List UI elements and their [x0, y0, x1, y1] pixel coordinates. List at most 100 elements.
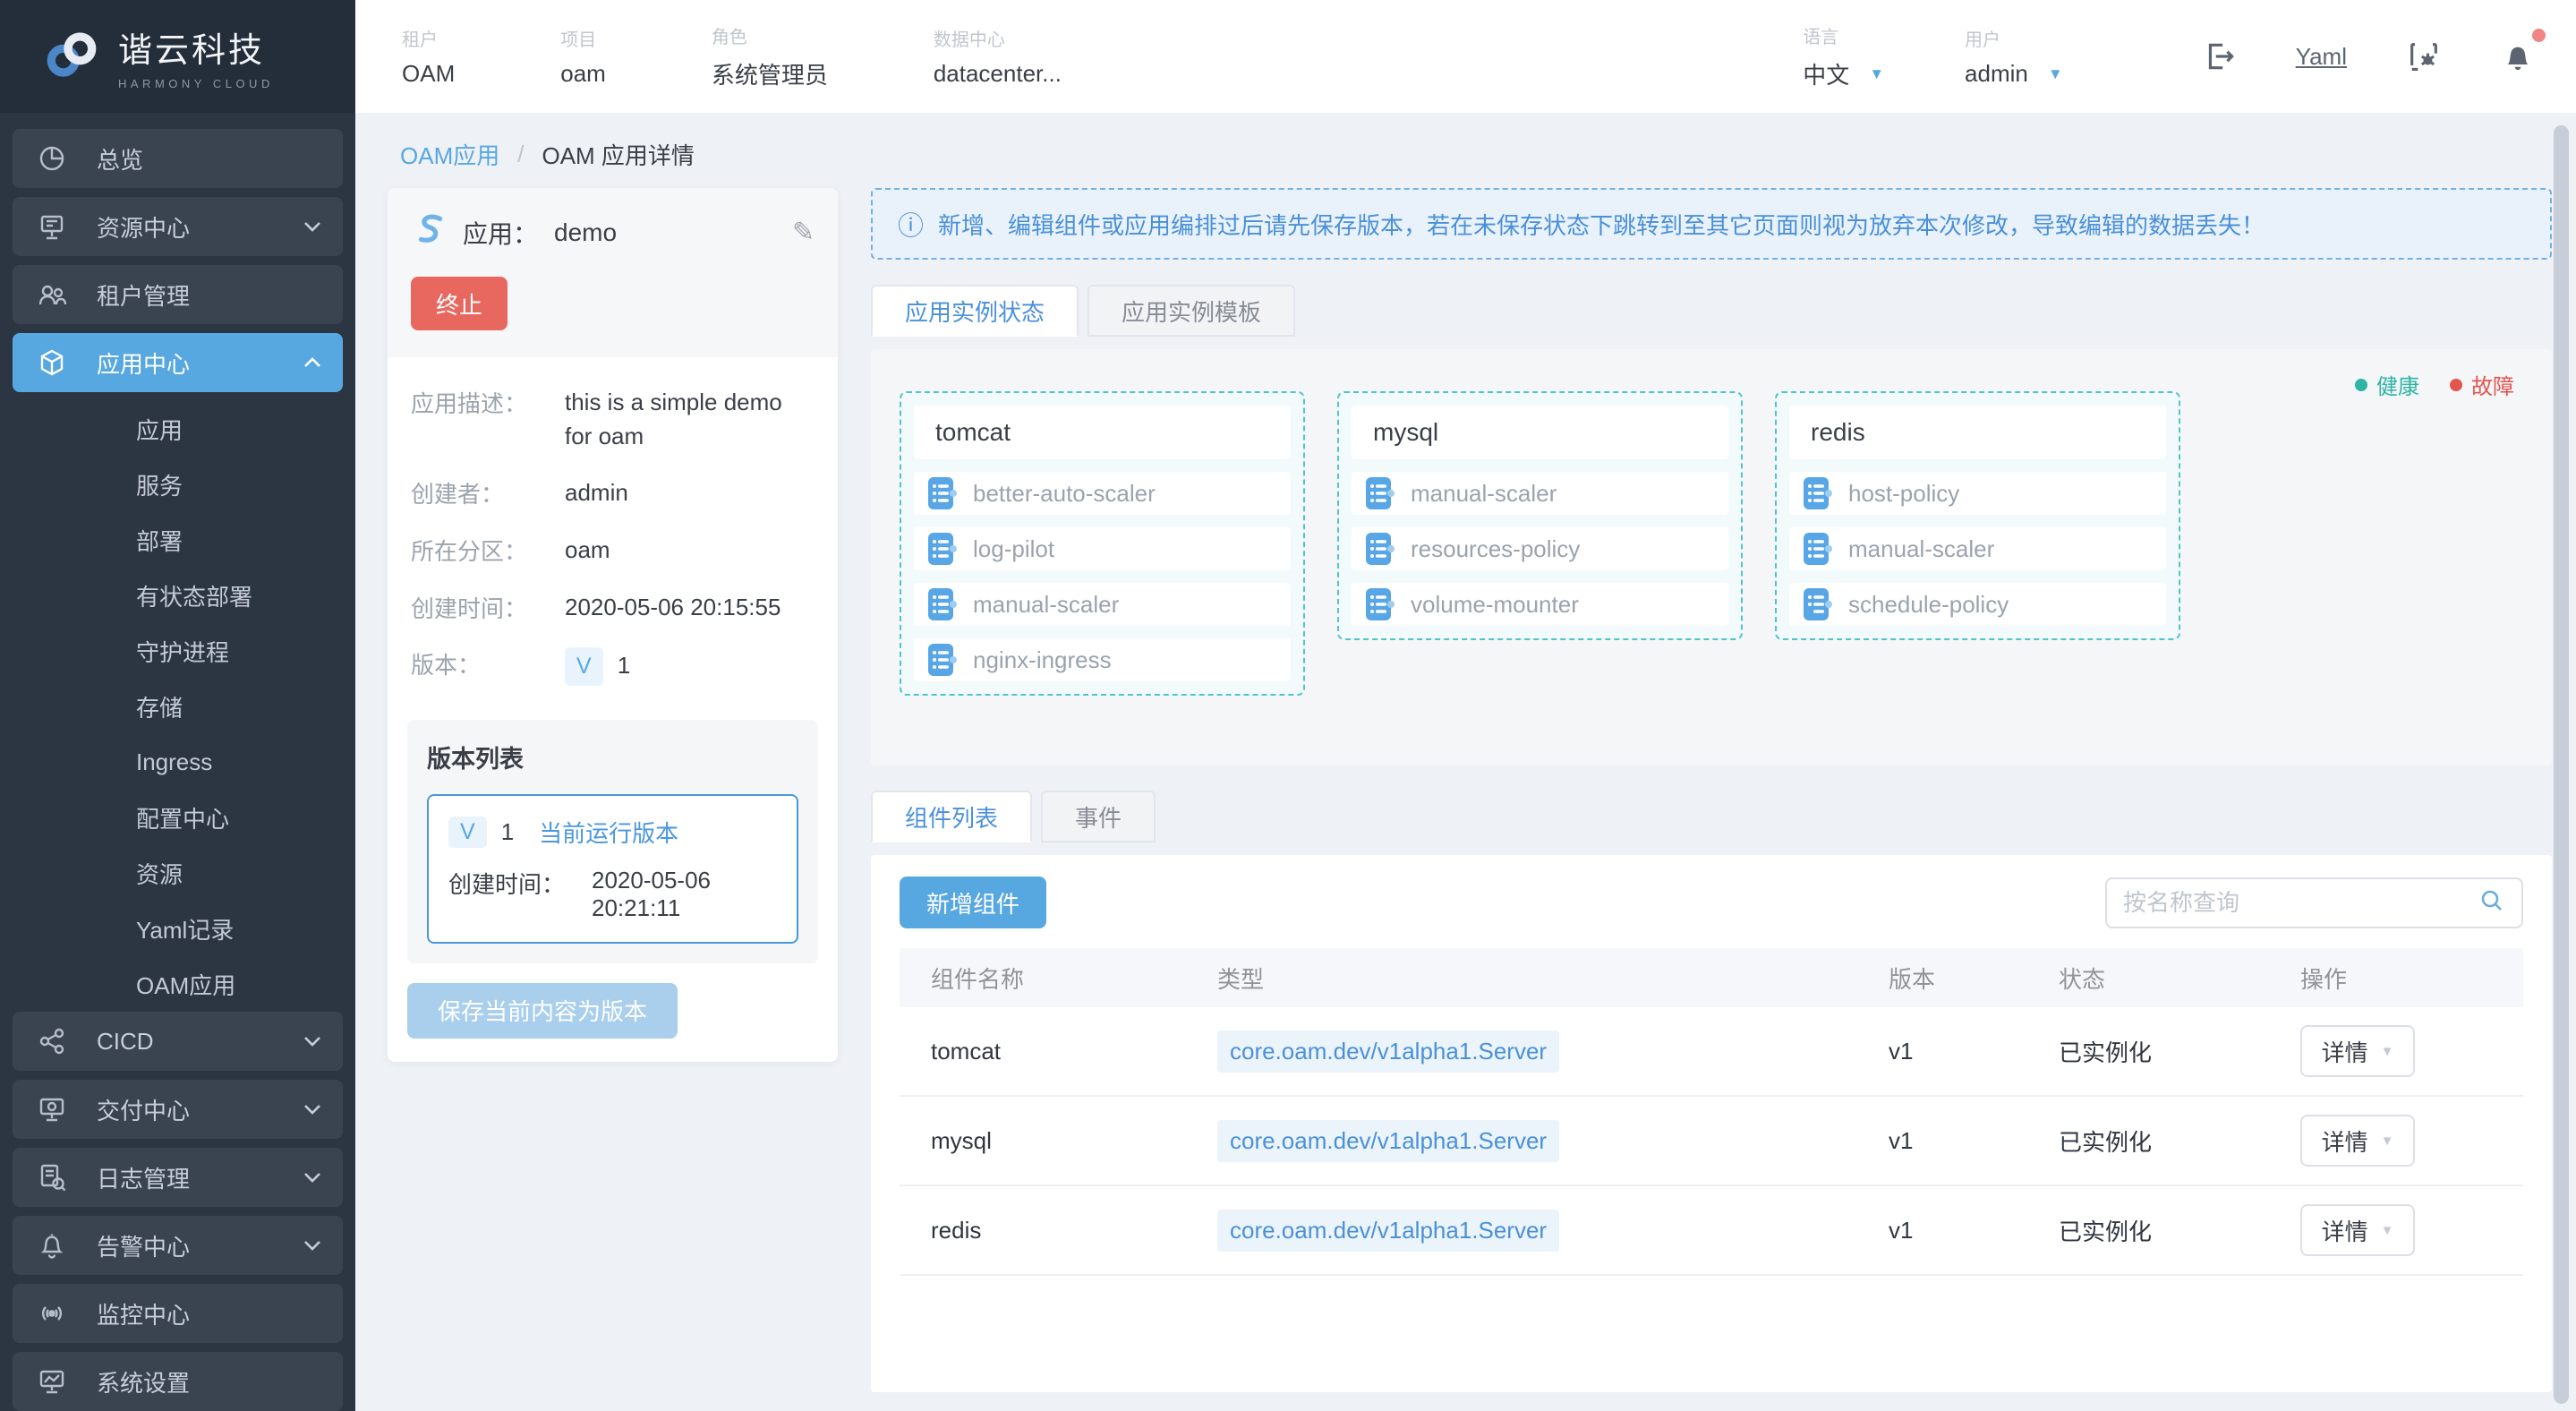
- trait-item[interactable]: volume-mounter: [1352, 583, 1728, 626]
- notifications-button[interactable]: [2501, 29, 2546, 73]
- trait-item[interactable]: nginx-ingress: [914, 638, 1291, 681]
- trait-item[interactable]: schedule-policy: [1789, 583, 2166, 626]
- detail-dropdown-button[interactable]: 详情 ▼: [2300, 1025, 2415, 1077]
- sidebar-item-label: 交付中心: [97, 1097, 191, 1125]
- field-description: 应用描述： this is a simple demo for oam: [411, 386, 815, 453]
- sidebar-item-label: CICD: [97, 1027, 154, 1055]
- subitem-label: 部署: [136, 527, 183, 555]
- component-name: tomcat: [935, 418, 1011, 446]
- sidebar-subitem-resource[interactable]: 资源: [0, 845, 355, 901]
- sidebar-subitem-statefulset[interactable]: 有状态部署: [0, 568, 355, 623]
- search-icon[interactable]: [2478, 887, 2505, 919]
- sidebar-subitem-config-center[interactable]: 配置中心: [0, 790, 355, 845]
- trait-item[interactable]: better-auto-scaler: [914, 472, 1291, 515]
- component-name: mysql: [1373, 418, 1439, 446]
- search-input[interactable]: [2123, 888, 2478, 917]
- tab-instance-template[interactable]: 应用实例模板: [1088, 285, 1296, 337]
- sidebar-item-app-center[interactable]: 应用中心: [13, 333, 343, 392]
- component-name: redis: [1811, 418, 1865, 446]
- sidebar-nav: 总览 资源中心 租户管理 应用中心 应用 服务 部署 有状态部署 守护进程 存储…: [0, 113, 355, 1411]
- instance-status-panel: 健康 故障 tomcat better-auto-scaler log-pilo…: [871, 349, 2552, 765]
- cell-component-name: tomcat: [931, 1037, 1002, 1065]
- vertical-scrollbar[interactable]: [2554, 125, 2569, 1404]
- component-header[interactable]: mysql: [1352, 406, 1728, 459]
- header-tenant: 租户 OAM: [402, 25, 455, 88]
- field-label: 创建时间：: [411, 594, 528, 622]
- sidebar-item-monitor-center[interactable]: 监控中心: [13, 1284, 343, 1343]
- user-value: admin: [1965, 60, 2028, 87]
- sidebar-item-delivery-center[interactable]: 交付中心: [13, 1080, 343, 1139]
- sidebar-item-cicd[interactable]: CICD: [13, 1012, 343, 1071]
- detail-dropdown-button[interactable]: 详情 ▼: [2300, 1115, 2415, 1167]
- monitor-icon: [34, 1094, 70, 1125]
- cell-version: v1: [1889, 1216, 1914, 1244]
- field-label: 应用描述：: [411, 390, 528, 417]
- info-alert: ⓘ 新增、编辑组件或应用编排过后请先保存版本，若在未保存状态下跳转到至其它页面则…: [871, 188, 2552, 260]
- trait-item[interactable]: manual-scaler: [1352, 472, 1728, 515]
- component-header[interactable]: redis: [1789, 406, 2166, 459]
- terminate-button[interactable]: 终止: [411, 277, 508, 330]
- sidebar-item-log-management[interactable]: 日志管理: [13, 1148, 343, 1207]
- sidebar-item-tenant-management[interactable]: 租户管理: [13, 265, 343, 324]
- tab-instance-status[interactable]: 应用实例状态: [871, 285, 1079, 337]
- instance-box-mysql: mysql manual-scaler resources-policy vol…: [1337, 391, 1743, 640]
- sidebar-subitem-oam-app[interactable]: OAM应用: [0, 956, 355, 1012]
- sidebar-item-overview[interactable]: 总览: [13, 129, 343, 188]
- sidebar-subitem-storage[interactable]: 存储: [0, 679, 355, 734]
- sidebar: 谐云科技 HARMONY CLOUD 总览 资源中心 租户管理 应用中心 应用 …: [0, 0, 355, 1411]
- subitem-label: 有状态部署: [136, 583, 253, 611]
- debug-button[interactable]: [2406, 38, 2442, 74]
- add-component-button[interactable]: 新增组件: [900, 877, 1047, 928]
- logout-button[interactable]: [2203, 39, 2237, 73]
- version-badge: V: [565, 647, 603, 686]
- breadcrumb-link[interactable]: OAM应用: [400, 138, 499, 171]
- broadcast-icon: [34, 1298, 70, 1329]
- edit-pencil-icon[interactable]: ✎: [792, 217, 815, 248]
- tenant-label: 租户: [402, 30, 438, 50]
- sidebar-item-alert-center[interactable]: 告警中心: [13, 1216, 343, 1275]
- component-type-link[interactable]: core.oam.dev/v1alpha1.Server: [1217, 1030, 1560, 1073]
- cell-status: 已实例化: [2059, 1218, 2153, 1245]
- yaml-link[interactable]: Yaml: [2296, 43, 2347, 71]
- tab-component-list[interactable]: 组件列表: [871, 791, 1033, 842]
- component-type-link[interactable]: core.oam.dev/v1alpha1.Server: [1217, 1119, 1560, 1162]
- save-version-button[interactable]: 保存当前内容为版本: [407, 982, 678, 1039]
- component-header[interactable]: tomcat: [914, 406, 1291, 459]
- trait-item[interactable]: manual-scaler: [914, 583, 1291, 626]
- field-value: this is a simple demo for oam: [565, 389, 782, 449]
- sidebar-subitem-daemonset[interactable]: 守护进程: [0, 623, 355, 679]
- sidebar-item-label: 应用中心: [97, 350, 191, 378]
- component-type-link[interactable]: core.oam.dev/v1alpha1.Server: [1217, 1209, 1560, 1252]
- server-screen-icon: [34, 211, 70, 242]
- sidebar-subitem-yaml-record[interactable]: Yaml记录: [0, 901, 355, 956]
- sidebar-subitem-ingress[interactable]: Ingress: [0, 734, 355, 790]
- datacenter-label: 数据中心: [933, 30, 1005, 50]
- trait-item[interactable]: host-policy: [1789, 472, 2166, 515]
- sidebar-item-resource-center[interactable]: 资源中心: [13, 197, 343, 256]
- version-item[interactable]: V 1 当前运行版本 创建时间： 2020-05-06 20:21:11: [427, 793, 798, 944]
- sidebar-subitem-deployment[interactable]: 部署: [0, 512, 355, 568]
- subitem-label: 配置中心: [136, 805, 230, 833]
- cell-component-name: redis: [931, 1216, 982, 1244]
- trait-name: manual-scaler: [1411, 479, 1557, 507]
- instance-tabs: 应用实例状态 应用实例模板: [871, 285, 2552, 337]
- table-row: tomcat core.oam.dev/v1alpha1.Server v1 已…: [900, 1007, 2523, 1097]
- tab-events[interactable]: 事件: [1041, 791, 1156, 842]
- field-partition: 所在分区： oam: [411, 534, 815, 568]
- sidebar-subitem-app[interactable]: 应用: [0, 401, 355, 457]
- cell-status: 已实例化: [2059, 1039, 2153, 1066]
- yaml-link-text: Yaml: [2295, 42, 2347, 70]
- legend-label: 健康: [2376, 375, 2419, 399]
- sidebar-subitem-service[interactable]: 服务: [0, 457, 355, 512]
- trait-item[interactable]: resources-policy: [1352, 527, 1728, 570]
- user-dropdown[interactable]: 用户 admin ▼: [1965, 25, 2063, 88]
- trait-item[interactable]: manual-scaler: [1789, 527, 2166, 570]
- trait-item[interactable]: log-pilot: [914, 527, 1291, 570]
- tab-label: 应用实例模板: [1122, 298, 1262, 326]
- instance-box-redis: redis host-policy manual-scaler schedule…: [1775, 391, 2180, 640]
- language-dropdown[interactable]: 语言 中文 ▼: [1803, 22, 1884, 90]
- subitem-label: 服务: [136, 472, 183, 500]
- trait-name: better-auto-scaler: [973, 479, 1156, 507]
- detail-dropdown-button[interactable]: 详情 ▼: [2300, 1204, 2415, 1256]
- sidebar-item-system-settings[interactable]: 系统设置: [13, 1352, 343, 1411]
